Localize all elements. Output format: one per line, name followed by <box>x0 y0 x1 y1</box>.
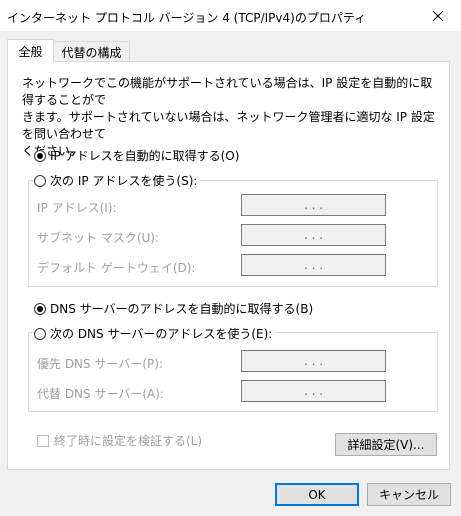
preferred-dns-value: . . . <box>303 354 324 368</box>
ip-address-field[interactable]: . . . <box>241 194 386 216</box>
validate-on-exit-checkbox[interactable]: 終了時に設定を検証する(L) <box>37 432 202 449</box>
dns-manual-label: 次の DNS サーバーのアドレスを使う(E): <box>50 327 273 341</box>
tab-alternate-config[interactable]: 代替の構成 <box>54 41 130 62</box>
validate-on-exit-label: 終了時に設定を検証する(L) <box>54 434 203 448</box>
tab-general-label: 全般 <box>18 44 43 59</box>
description-line: きます。サポートされていない場合は、ネットワーク管理者に適切な IP 設定を問い… <box>22 110 435 141</box>
ip-manual-radio[interactable]: 次の IP アドレスを使う(S): <box>34 172 201 189</box>
ok-button[interactable]: OK <box>275 483 359 506</box>
default-gateway-value: . . . <box>303 258 324 272</box>
radio-unselected-icon <box>34 327 46 340</box>
subnet-mask-field[interactable]: . . . <box>241 224 386 246</box>
radio-unselected-icon <box>34 174 46 187</box>
alternate-dns-field[interactable]: . . . <box>241 380 386 402</box>
ip-address-value: . . . <box>303 198 324 212</box>
title-bar: インターネット プロトコル バージョン 4 (TCP/IPv4)のプロパティ <box>0 0 461 31</box>
subnet-mask-label: サブネット マスク(U): <box>37 231 160 245</box>
default-gateway-label: デフォルト ゲートウェイ(D): <box>37 261 196 275</box>
close-button[interactable] <box>415 0 461 31</box>
radio-selected-icon <box>34 149 46 162</box>
subnet-mask-value: . . . <box>303 228 324 242</box>
cancel-button[interactable]: キャンセル <box>367 483 451 506</box>
dns-auto-radio[interactable]: DNS サーバーのアドレスを自動的に取得する(B) <box>34 300 313 317</box>
ip-address-label: IP アドレス(I): <box>37 201 117 215</box>
ip-auto-radio[interactable]: IP アドレスを自動的に取得する(O) <box>34 147 239 164</box>
dns-manual-radio[interactable]: 次の DNS サーバーのアドレスを使う(E): <box>34 325 276 342</box>
description-line: ネットワークでこの機能がサポートされている場合は、IP 設定を自動的に取得するこ… <box>22 76 433 107</box>
tab-alternate-config-label: 代替の構成 <box>61 45 122 60</box>
ip-manual-label: 次の IP アドレスを使う(S): <box>50 174 198 188</box>
default-gateway-field[interactable]: . . . <box>241 254 386 276</box>
preferred-dns-label: 優先 DNS サーバー(P): <box>37 357 163 371</box>
alternate-dns-value: . . . <box>303 384 324 398</box>
advanced-button[interactable]: 詳細設定(V)... <box>335 433 437 456</box>
close-icon <box>432 10 444 21</box>
window-title: インターネット プロトコル バージョン 4 (TCP/IPv4)のプロパティ <box>7 11 367 25</box>
alternate-dns-label: 代替 DNS サーバー(A): <box>37 387 164 401</box>
preferred-dns-field[interactable]: . . . <box>241 350 386 372</box>
checkbox-unchecked-icon <box>37 434 49 447</box>
radio-selected-icon <box>34 302 46 315</box>
ip-auto-label: IP アドレスを自動的に取得する(O) <box>50 149 240 163</box>
dns-auto-label: DNS サーバーのアドレスを自動的に取得する(B) <box>50 302 314 316</box>
tab-general[interactable]: 全般 <box>7 39 54 62</box>
